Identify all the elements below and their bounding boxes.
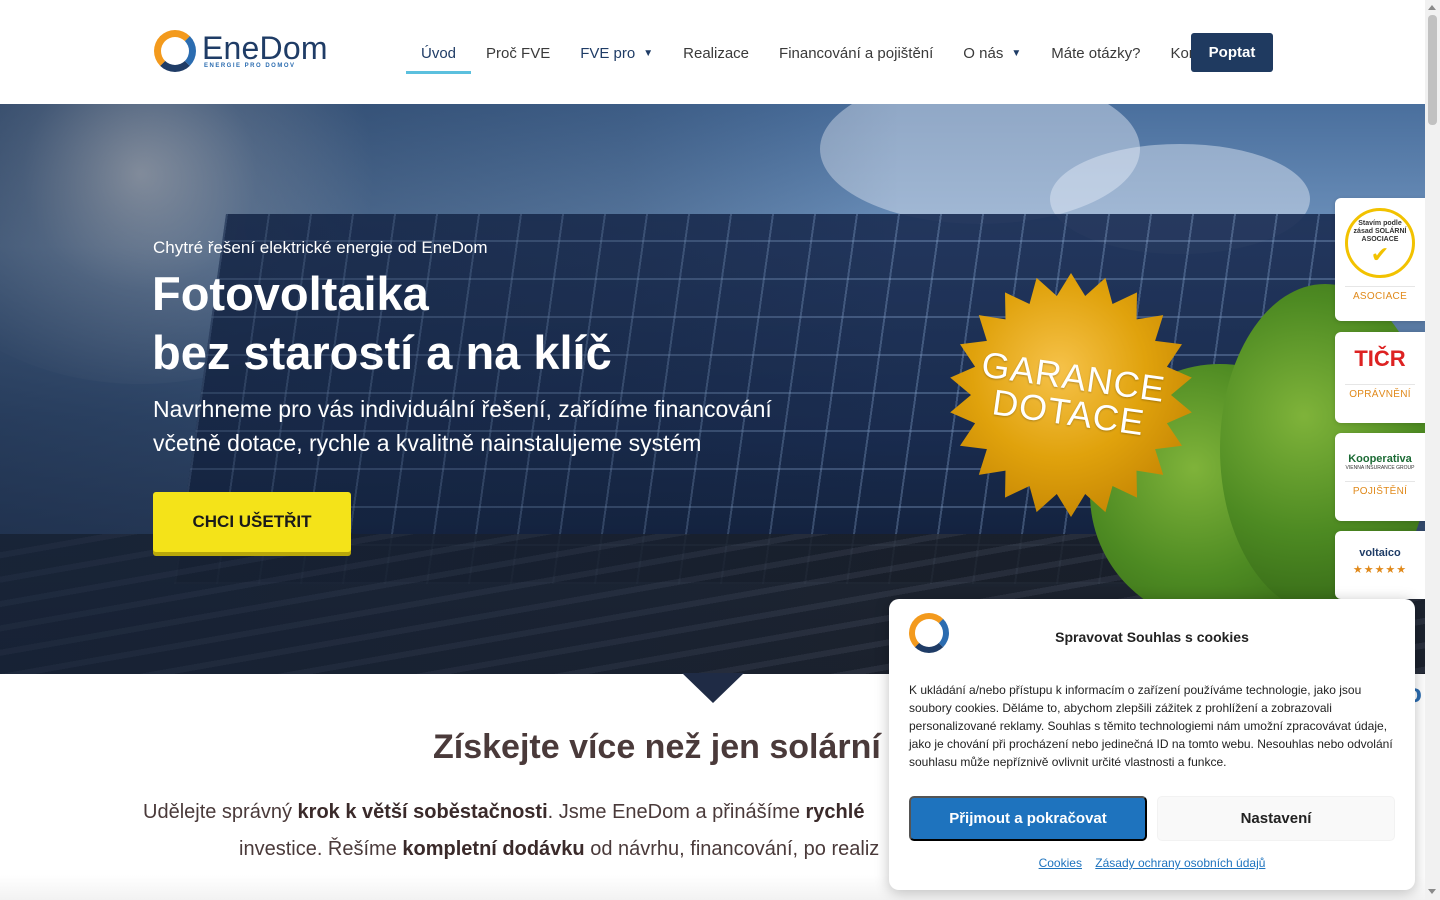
nav-item-o-nas[interactable]: O nás ▼ xyxy=(948,33,1036,73)
side-badge-label: POJIŠTĚNÍ xyxy=(1345,481,1415,497)
hero-title-line2: bez starostí a na klíč xyxy=(152,326,612,379)
garance-dotace-badge: GARANCE DOTACE xyxy=(946,270,1196,520)
nav-item-fve-pro-label: FVE pro xyxy=(580,44,636,62)
privacy-policy-link[interactable]: Zásady ochrany osobních údajů xyxy=(1095,856,1265,870)
side-badge-label: OPRÁVNĚNÍ xyxy=(1345,384,1415,400)
scroll-up-arrow-icon[interactable] xyxy=(1428,5,1436,10)
site-header: EneDom ENERGIE PRO DOMOV Úvod Proč FVE F… xyxy=(0,0,1425,104)
nav-item-proc-fve[interactable]: Proč FVE xyxy=(471,33,565,73)
nav-item-realizace[interactable]: Realizace xyxy=(668,33,764,73)
hero-subtitle-line2: včetně dotace, rychle a kvalitně nainsta… xyxy=(153,430,702,456)
cookie-consent-dialog: Spravovat Souhlas s cookies K ukládání a… xyxy=(889,599,1415,890)
poptat-button[interactable]: Poptat xyxy=(1191,33,1273,72)
side-badge-ticr[interactable]: TIČR OPRÁVNĚNÍ xyxy=(1335,332,1425,423)
logo[interactable]: EneDom ENERGIE PRO DOMOV xyxy=(154,30,328,72)
nav-item-o-nas-label: O nás xyxy=(963,44,1004,62)
hero-title-line1: Fotovoltaika xyxy=(152,267,429,320)
hero-subtitle-line1: Navrhneme pro vás individuální řešení, z… xyxy=(153,396,772,422)
hero-section: Chytré řešení elektrické energie od EneD… xyxy=(0,104,1425,674)
check-icon: ✔ xyxy=(1370,242,1390,267)
side-badge-label: ASOCIACE xyxy=(1345,286,1415,302)
nav-item-uvod[interactable]: Úvod xyxy=(406,33,472,74)
cookie-links: Cookies Zásady ochrany osobních údajů xyxy=(889,856,1415,870)
logo-tagline: ENERGIE PRO DOMOV xyxy=(204,63,296,69)
logo-name: EneDom xyxy=(202,30,328,66)
chevron-down-icon: ▼ xyxy=(643,47,654,59)
section-notch xyxy=(682,673,744,703)
chevron-down-icon: ▼ xyxy=(1011,47,1022,59)
main-nav: Úvod Proč FVE FVE pro ▼ Realizace Financ… xyxy=(406,33,1236,74)
hero-overlay xyxy=(0,104,900,674)
cookie-settings-button[interactable]: Nastavení xyxy=(1157,796,1395,841)
cookies-link[interactable]: Cookies xyxy=(1039,856,1082,870)
rating-stars-icon: ★★★★★ xyxy=(1352,564,1408,576)
side-badge-voltaico[interactable]: voltaico ★★★★★ xyxy=(1335,531,1425,599)
hero-title: Fotovoltaika bez starostí a na klíč xyxy=(152,264,612,382)
section-paragraph-line2: investice. Řešíme kompletní dodávku od n… xyxy=(239,838,880,860)
nav-item-otazky[interactable]: Máte otázky? xyxy=(1036,33,1155,73)
scroll-down-arrow-icon[interactable] xyxy=(1428,889,1436,894)
section-paragraph-line1: Udělejte správný krok k větší soběstačno… xyxy=(143,801,865,823)
nav-item-financovani[interactable]: Financování a pojištění xyxy=(764,33,948,73)
side-badge-kooperativa[interactable]: Kooperativa VIENNA INSURANCE GROUP POJIŠ… xyxy=(1335,433,1425,521)
cookie-title: Spravovat Souhlas s cookies xyxy=(1055,629,1249,645)
cookie-description: K ukládání a/nebo přístupu k informacím … xyxy=(909,683,1393,769)
page-scrollbar[interactable] xyxy=(1425,0,1440,900)
solarni-asociace-seal-icon: Stavím podle zásad SOLÁRNÍ ASOCIACE ✔ xyxy=(1345,208,1415,278)
ticr-logo: TIČR xyxy=(1354,346,1406,371)
accept-cookies-button[interactable]: Přijmout a pokračovat xyxy=(909,796,1147,841)
scroll-thumb[interactable] xyxy=(1428,15,1437,125)
section-title: Získejte více než jen solární s xyxy=(433,728,910,766)
nav-item-fve-pro[interactable]: FVE pro ▼ xyxy=(565,33,668,73)
hero-pretitle: Chytré řešení elektrické energie od EneD… xyxy=(153,238,488,257)
chci-usetrit-button[interactable]: CHCI UŠETŘIT xyxy=(153,492,351,552)
logo-ring-icon xyxy=(154,30,196,72)
side-badge-asociace[interactable]: Stavím podle zásad SOLÁRNÍ ASOCIACE ✔ AS… xyxy=(1335,198,1425,321)
seal-text: Stavím podle zásad SOLÁRNÍ ASOCIACE xyxy=(1353,220,1407,243)
kooperativa-logo: Kooperativa VIENNA INSURANCE GROUP xyxy=(1345,453,1415,471)
hero-subtitle: Navrhneme pro vás individuální řešení, z… xyxy=(153,392,833,460)
voltaico-logo: voltaico xyxy=(1359,547,1401,559)
